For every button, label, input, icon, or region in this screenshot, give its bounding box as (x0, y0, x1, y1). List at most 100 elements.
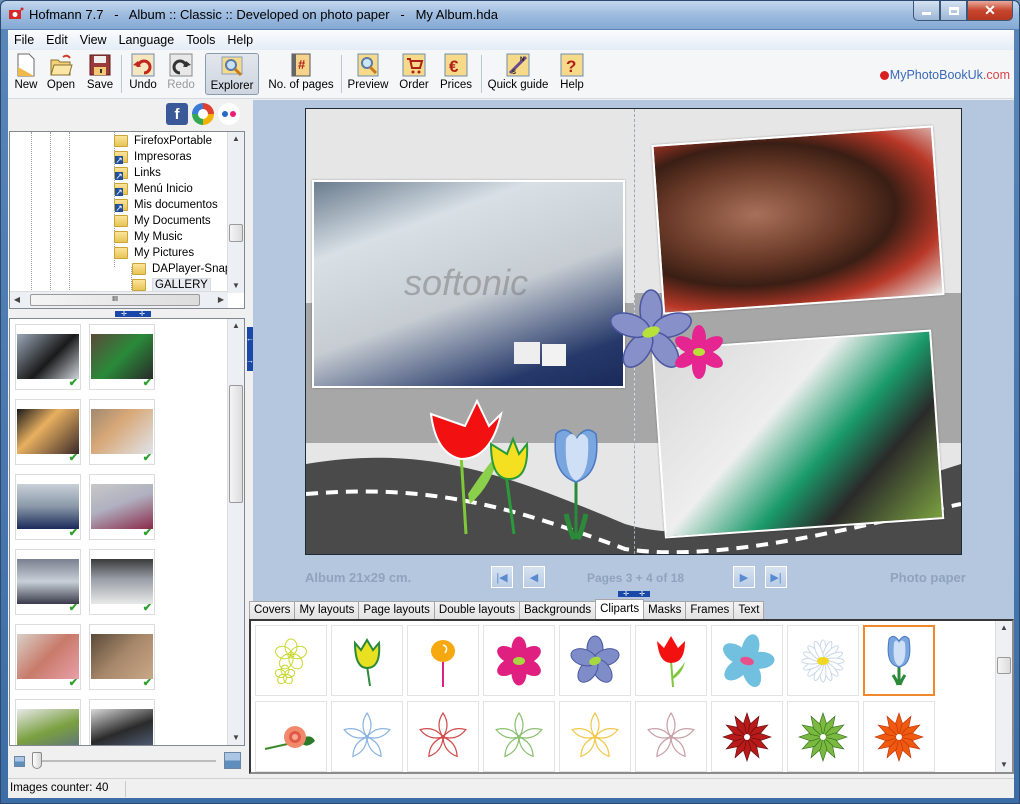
clipart-blue-tulip[interactable] (863, 625, 935, 696)
tree-item[interactable]: FirefoxPortable (114, 133, 212, 149)
tree-item[interactable]: Mis documentos (114, 197, 218, 213)
menu-tools[interactable]: Tools (180, 33, 221, 47)
tree-item[interactable]: Menú Inicio (114, 181, 193, 197)
tab-my-layouts[interactable]: My layouts (294, 601, 360, 619)
tree-item[interactable]: My Music (114, 229, 183, 245)
tab-page-layouts[interactable]: Page layouts (358, 601, 435, 619)
preview-button[interactable]: Preview (348, 53, 388, 95)
clipart-red-star-flower[interactable] (711, 701, 783, 772)
maximize-button[interactable] (940, 1, 967, 21)
clipart-yellow-tulip[interactable] (331, 625, 403, 696)
menu-language[interactable]: Language (113, 33, 181, 47)
last-page-button[interactable]: ▶| (765, 566, 787, 588)
tree-item[interactable]: My Pictures (114, 245, 194, 261)
image-thumbnail[interactable]: ✔ (15, 549, 81, 615)
tab-covers[interactable]: Covers (249, 601, 296, 619)
image-thumbnail[interactable]: ✔ (15, 474, 81, 540)
tree-item[interactable]: Impresoras (114, 149, 192, 165)
tab-masks[interactable]: Masks (643, 601, 687, 619)
clipart-blue-flower[interactable] (559, 625, 631, 696)
number-of-pages-button[interactable]: # No. of pages (268, 53, 334, 95)
clipart-green-lily[interactable] (483, 701, 555, 772)
menu-help[interactable]: Help (221, 33, 259, 47)
image-thumbnail[interactable]: ✔ (89, 549, 155, 615)
tab-cliparts[interactable]: Cliparts (595, 599, 645, 620)
image-thumbnail[interactable]: ✔ (89, 399, 155, 465)
new-button[interactable]: New (12, 53, 40, 95)
clipart-pink-flower[interactable] (483, 625, 555, 696)
first-page-button[interactable]: |◀ (491, 566, 513, 588)
menu-edit[interactable]: Edit (40, 33, 74, 47)
clipart-daisy[interactable] (787, 625, 859, 696)
clipart-green-star-flower[interactable] (787, 701, 859, 772)
scroll-right-arrow[interactable]: ▶ (214, 293, 228, 307)
tab-frames[interactable]: Frames (685, 601, 735, 619)
menu-view[interactable]: View (74, 33, 113, 47)
cliparts-scrollbar[interactable]: ▲ ▼ (995, 621, 1012, 772)
image-thumbnail[interactable]: ✔ (15, 624, 81, 690)
tree-vertical-scrollbar[interactable]: ▲ ▼ (227, 132, 244, 293)
facebook-icon[interactable]: f (166, 103, 188, 125)
tree-horizontal-scrollbar[interactable]: ◀ III ▶ (10, 291, 228, 308)
scroll-thumb[interactable] (229, 385, 243, 503)
tab-backgrounds[interactable]: Backgrounds (518, 601, 597, 619)
open-button[interactable]: Open (46, 53, 76, 95)
tab-text[interactable]: Text (733, 601, 765, 619)
scroll-left-arrow[interactable]: ◀ (10, 293, 24, 307)
album-spread[interactable]: softonic (305, 108, 962, 555)
image-thumbnail[interactable]: ✔ (15, 399, 81, 465)
thumbnails-scrollbar[interactable]: ▲ ▼ (227, 319, 244, 745)
flickr-icon[interactable] (218, 103, 240, 125)
image-thumbnail[interactable]: ✔ (15, 324, 81, 390)
clipart-red-lily[interactable] (407, 701, 479, 772)
clipart-flowers-on-page[interactable] (606, 287, 736, 387)
clipart-yellow-outline-flowers[interactable] (255, 625, 327, 696)
clipart-pink-lily[interactable] (635, 701, 707, 772)
image-thumbnail[interactable]: ✔ (89, 624, 155, 690)
scroll-down-arrow[interactable]: ▼ (228, 731, 244, 745)
scroll-down-arrow[interactable]: ▼ (228, 279, 244, 293)
scroll-thumb[interactable] (229, 224, 243, 242)
help-button[interactable]: ? Help (558, 53, 586, 95)
bottom-panel-splitter-handle[interactable]: ✛ ✛ (618, 591, 650, 598)
picasa-icon[interactable] (192, 103, 214, 125)
image-thumbnail[interactable]: ✔ (89, 324, 155, 390)
close-button[interactable]: ✕ (967, 1, 1013, 21)
quick-guide-button[interactable]: NS Quick guide (488, 53, 548, 95)
scroll-thumb[interactable]: III (30, 294, 200, 306)
tab-double-layouts[interactable]: Double layouts (433, 601, 520, 619)
clipart-red-tulip[interactable] (635, 625, 707, 696)
tree-item[interactable]: My Documents (114, 213, 211, 229)
clipart-yellow-lily[interactable] (559, 701, 631, 772)
prices-button[interactable]: € Prices (440, 53, 472, 95)
previous-page-button[interactable]: ◀ (523, 566, 545, 588)
slider-handle[interactable] (32, 752, 42, 769)
minimize-button[interactable] (913, 1, 940, 21)
clipart-light-blue-flower[interactable] (711, 625, 783, 696)
undo-button[interactable]: Undo (128, 53, 158, 95)
save-button[interactable]: Save (86, 53, 114, 95)
scroll-down-arrow[interactable]: ▼ (996, 758, 1012, 772)
clipart-tulips-on-page[interactable] (416, 394, 616, 544)
image-thumbnail[interactable]: ✔ (89, 474, 155, 540)
clipart-blue-lily[interactable] (331, 701, 403, 772)
image-thumbnail[interactable] (15, 699, 81, 745)
next-page-button[interactable]: ▶ (733, 566, 755, 588)
photo-office[interactable]: softonic (312, 180, 625, 388)
scroll-up-arrow[interactable]: ▲ (228, 132, 244, 146)
brand-logo[interactable]: MyPhotoBookUk.com (879, 68, 1010, 82)
panel-splitter-handle[interactable]: ✛ ✛ (115, 311, 151, 318)
scroll-thumb[interactable] (997, 657, 1011, 674)
explorer-button[interactable]: Explorer (205, 53, 259, 95)
scroll-up-arrow[interactable]: ▲ (996, 621, 1012, 635)
title-bar[interactable]: Hofmann 7.7 - Album :: Classic :: Develo… (1, 1, 1019, 29)
clipart-orange-flower[interactable] (407, 625, 479, 696)
redo-button[interactable]: Redo (166, 53, 196, 95)
order-button[interactable]: Order (398, 53, 430, 95)
thumbnail-size-slider[interactable] (36, 760, 216, 762)
image-thumbnail[interactable] (89, 699, 155, 745)
clipart-rose[interactable] (255, 701, 327, 772)
menu-file[interactable]: File (8, 33, 40, 47)
scroll-up-arrow[interactable]: ▲ (228, 319, 244, 333)
clipart-orange-star-flower[interactable] (863, 701, 935, 772)
